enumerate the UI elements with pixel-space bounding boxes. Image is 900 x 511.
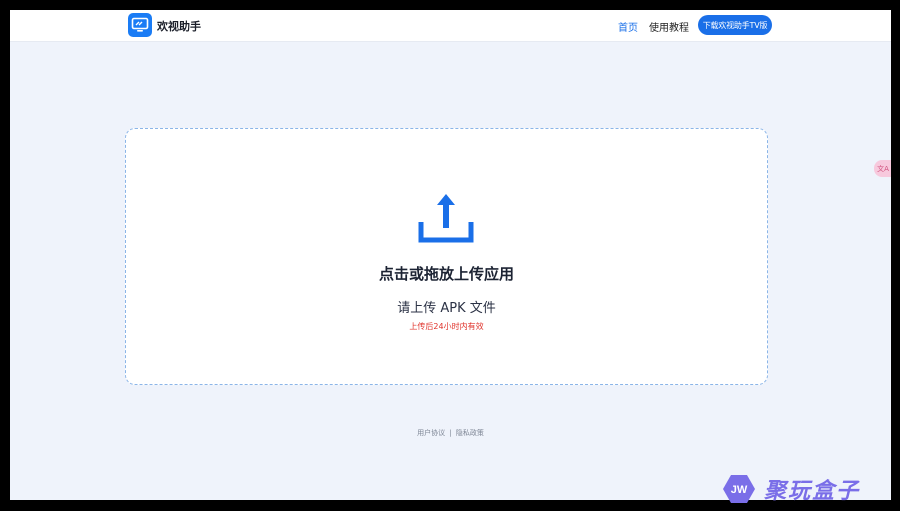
footer-links: 用户协议 | 隐私政策 xyxy=(10,428,891,438)
download-tv-app-button[interactable]: 下载欢视助手TV版 xyxy=(698,15,772,35)
top-navigation-bar: 欢视助手 首页 使用教程 下载欢视助手TV版 xyxy=(10,10,891,42)
privacy-policy-link[interactable]: 隐私政策 xyxy=(456,429,484,437)
translate-side-tab[interactable]: 文A xyxy=(874,160,891,177)
upload-subtitle: 请上传 APK 文件 xyxy=(397,301,496,316)
translate-icon: 文A xyxy=(877,164,889,173)
user-agreement-link[interactable]: 用户协议 xyxy=(417,429,445,437)
nav-tutorial-link[interactable]: 使用教程 xyxy=(649,19,689,34)
upload-dropzone[interactable]: 点击或拖放上传应用 请上传 APK 文件 上传后24小时内有效 xyxy=(125,128,768,385)
watermark-badge-text: JW xyxy=(731,484,748,496)
watermark-badge: JW xyxy=(723,475,755,503)
screen-icon xyxy=(131,17,149,32)
brand-name[interactable]: 欢视助手 xyxy=(157,18,201,34)
upload-validity-note: 上传后24小时内有效 xyxy=(409,322,484,331)
watermark: JW 聚玩盒子 xyxy=(722,472,860,506)
upload-title: 点击或拖放上传应用 xyxy=(378,265,514,283)
upload-arrow-icon xyxy=(418,194,474,243)
footer-separator: | xyxy=(449,429,452,437)
watermark-text: 聚玩盒子 xyxy=(764,479,861,504)
app-window: 欢视助手 首页 使用教程 下载欢视助手TV版 点击或拖放上传应用 请上传 APK… xyxy=(10,10,891,500)
nav-home-link[interactable]: 首页 xyxy=(618,19,638,34)
app-logo[interactable] xyxy=(128,13,152,37)
